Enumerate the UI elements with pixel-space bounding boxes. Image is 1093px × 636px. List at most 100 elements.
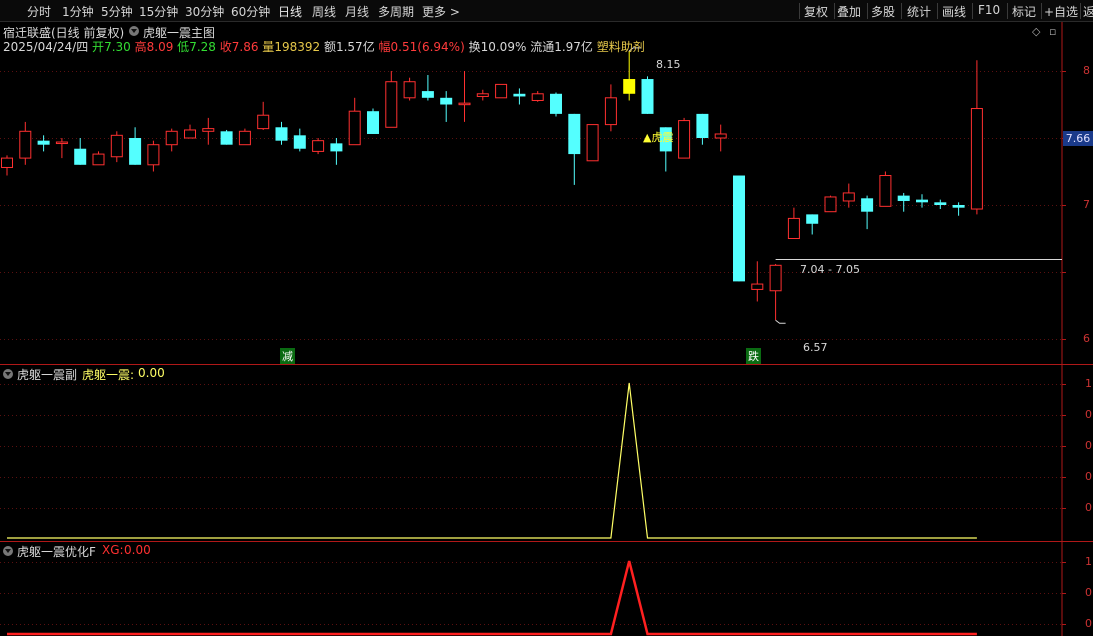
chevron-down-icon[interactable] (129, 26, 139, 36)
candle-body (458, 102, 471, 106)
axis-tick-label: 0 (1085, 470, 1092, 483)
signal-label: ▲虎震 (643, 131, 674, 144)
candle-body (513, 93, 526, 97)
candle-body (312, 140, 325, 152)
candle-body (92, 153, 105, 166)
low-label: 低 (177, 40, 190, 54)
sub2-series-line (7, 560, 977, 636)
signal-marker-left: 减 (280, 348, 295, 364)
close-label: 收 (219, 40, 232, 54)
candle-body (641, 79, 654, 114)
candle-body (110, 134, 123, 158)
high-value: 8.09 (146, 40, 174, 54)
sub1-series-value: 0.00 (138, 366, 165, 380)
candle-body (476, 93, 489, 97)
candle-body (385, 81, 398, 128)
sub2-indicator-name[interactable]: 虎躯一震优化F (17, 543, 96, 560)
candle-body (275, 127, 288, 141)
candle-body (220, 131, 233, 145)
candle-body (842, 192, 855, 202)
sub2-series-label: XG: (102, 543, 124, 557)
candle-body (531, 93, 544, 101)
candle-body (147, 144, 160, 166)
candle-body (861, 198, 874, 212)
candle-body (19, 130, 32, 159)
kline-chart-canvas[interactable] (0, 0, 1093, 636)
volume-label: 量 (262, 40, 275, 54)
candle-body (74, 148, 87, 165)
candle-body (440, 97, 453, 105)
candle-body (934, 202, 947, 205)
axis-tick-label: 0 (1085, 586, 1092, 599)
candle-body (568, 113, 581, 155)
low-price-mark: 6.57 (803, 341, 828, 354)
range-price-mark: 7.04 - 7.05 (800, 263, 860, 276)
candle-body (330, 143, 343, 152)
candle-body (550, 93, 562, 114)
candle-body (1, 157, 13, 168)
candle-body (806, 214, 819, 224)
open-value: 7.30 (104, 40, 131, 54)
turnover-label: 换 (468, 40, 481, 54)
candle-body (733, 175, 745, 282)
candle-body (293, 135, 306, 149)
sub2-series-value: 0.00 (124, 543, 151, 557)
volume-value: 198392 (274, 40, 321, 54)
quote-date: 2025/04/24/四 (3, 40, 89, 54)
candle-body (769, 264, 782, 292)
sector-name[interactable]: 塑料助剂 (597, 40, 645, 54)
candle-body (586, 124, 599, 162)
candle-body (751, 283, 764, 290)
candle-body (184, 129, 196, 139)
change-value: 0.51(6.94%) (390, 40, 465, 54)
candle-body (238, 130, 251, 146)
current-price-tag: 7.66 (1063, 131, 1093, 146)
candle-body (787, 217, 800, 239)
amount-label: 额 (323, 40, 336, 54)
axis-tick-label: 8 (1083, 64, 1090, 77)
candle-body (55, 141, 68, 145)
candle-body (970, 108, 983, 210)
ohlc-info-line: 2025/04/24/四 开7.30 高8.09 低7.28 收7.86 量19… (3, 38, 645, 55)
candle-body (604, 97, 617, 126)
candle-body (257, 114, 270, 130)
candle-body (623, 79, 636, 94)
change-label: 幅 (378, 40, 391, 54)
candle-body (348, 110, 361, 146)
candle-body (952, 205, 965, 208)
chevron-down-icon[interactable] (3, 546, 13, 556)
diamond-icon[interactable]: ◇ (1032, 25, 1040, 38)
candle-body (824, 196, 837, 213)
open-label: 开 (92, 40, 105, 54)
chevron-down-icon[interactable] (3, 369, 13, 379)
sub1-series-line (7, 382, 977, 539)
settings-icon[interactable]: ▫ (1049, 25, 1056, 38)
candle-body (696, 113, 709, 138)
close-value: 7.86 (231, 40, 259, 54)
high-label: 高 (134, 40, 147, 54)
candle-body (678, 120, 691, 159)
candle-body (897, 195, 910, 201)
turnover-value: 10.09% (480, 40, 527, 54)
candle-body (367, 111, 379, 134)
axis-tick-label: 0 (1085, 439, 1092, 452)
candle-body (202, 128, 215, 132)
axis-tick-label: 0 (1085, 617, 1092, 630)
candle-body (165, 130, 178, 146)
low-value: 7.28 (189, 40, 216, 54)
candle-body (916, 199, 928, 203)
axis-tick-label: 1 (1085, 555, 1092, 568)
axis-tick-label: 0 (1085, 408, 1092, 421)
axis-tick-label: 6 (1083, 332, 1090, 345)
high-price-mark: 8.15 (656, 58, 681, 71)
axis-tick-label: 0 (1085, 501, 1092, 514)
float-label: 流通 (530, 40, 555, 54)
candle-body (495, 83, 508, 99)
axis-tick-label: 1 (1085, 377, 1092, 390)
signal-marker-right: 跌 (746, 348, 761, 364)
sub1-indicator-name[interactable]: 虎躯一震副 (17, 366, 77, 383)
low-leader-line (775, 319, 786, 324)
amount-value: 1.57亿 (335, 40, 375, 54)
candle-body (37, 140, 50, 145)
candle-body (879, 175, 892, 207)
